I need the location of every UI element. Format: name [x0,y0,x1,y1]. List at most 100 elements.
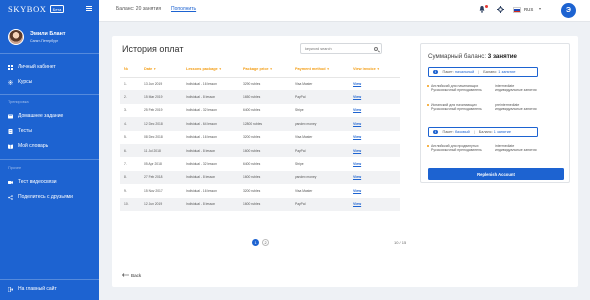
view-invoice-link[interactable]: View [353,189,361,193]
sidebar-item-share[interactable]: Поделитесь с друзьями [8,194,73,200]
course-teacher: Русскоязычный преподаватель [431,148,482,153]
sidebar-item-cabinet[interactable]: Личный кабинет [8,64,56,70]
cell-method: PayPal [295,143,353,158]
sidebar-item-tests[interactable]: Тесты [8,128,32,134]
cell-view: View [353,157,400,170]
column-header-price[interactable]: Package price ▼ [243,62,295,78]
cell-number: 4. [120,117,144,131]
replenish-account-button[interactable]: Replenish Account [428,168,564,180]
view-invoice-link[interactable]: View [353,149,361,153]
topup-link[interactable]: Пополнить [171,6,196,12]
table-header-row: № Date ▼ Lessons package ▼ Package price… [120,62,400,78]
cell-package: Individual - 16 lesson [186,188,217,193]
table-row: 7. 05 Apr 2018 Individual - 32 lesson 64… [120,157,400,170]
view-invoice-link[interactable]: View [353,135,361,139]
menu-collapse-icon[interactable] [86,6,92,11]
package-separator: | [478,70,480,74]
page-button-1[interactable]: 1 [252,239,259,246]
sort-caret-icon: ▼ [376,67,380,72]
avatar[interactable] [8,29,24,45]
package-name-prefix: Пакет: [442,70,454,74]
cell-price: 3200 rubles [243,135,261,140]
sidebar-divider [0,159,99,160]
package-balance-prefix: Баланс: [478,130,493,134]
cell-price: 1600 rubles [243,143,295,158]
view-invoice-link[interactable]: View [353,95,361,99]
sort-caret-icon: ▼ [326,67,330,72]
cell-package: Individual - 8 lesson [186,197,243,211]
chevron-down-icon[interactable]: ▾ [539,6,541,11]
sidebar-item-dictionary[interactable]: Мой словарь [8,143,48,149]
cell-view: View [353,77,400,90]
search-icon[interactable] [373,46,378,51]
bullet-dot [427,85,429,88]
package-name: начальный [454,70,475,74]
russia-flag-icon[interactable] [513,7,521,13]
payment-history-card: История оплат № Date ▼ Lessons package ▼… [112,36,578,287]
column-header-method[interactable]: Payment method ▼ [295,62,353,78]
view-invoice-link[interactable]: View [353,175,361,179]
language-selector[interactable]: RUS [524,7,533,12]
cell-price: 1650 rubles [243,90,295,104]
bell-icon[interactable] [479,6,485,15]
search-input[interactable] [305,45,373,53]
column-header-label: Payment method [295,67,326,72]
sidebar-item-video-test[interactable]: Тест видеосвязи [8,179,57,185]
sidebar-item-homework[interactable]: Домашнее задание [8,113,63,119]
package-card: i Пакет: начальный | Баланс: 1 занятие [428,67,538,77]
view-invoice-link[interactable]: View [353,122,361,126]
page-title: История оплат [122,44,184,54]
page-count: 10 / 15 [394,240,407,245]
main-site-link[interactable]: На главный сайт [7,286,57,292]
cell-method: Visa Master [295,188,313,193]
table-row: 6. 11 Jul 2018 Individual - 8 lesson 160… [120,143,400,158]
cell-date: 12 Dec 2018 [144,117,186,131]
video-icon [8,180,13,185]
cell-method: yandex money [295,170,353,185]
summary-title: Суммарный баланс: 3 занятие [428,53,517,60]
view-invoice-link[interactable]: View [353,108,361,112]
logo-text: SKYBOX [8,4,47,14]
column-header-label: Date [144,67,153,72]
sidebar-item-courses[interactable]: Курсы [8,79,32,85]
sidebar-item-label: Тест видеосвязи [18,179,57,185]
search-box[interactable] [300,43,382,54]
view-invoice-link[interactable]: View [353,202,361,206]
beta-badge: Бета [49,5,65,13]
table-row: 1. 13 Jun 2019 Individual - 16 lesson 32… [120,77,400,90]
cell-price: 3290 rubles [243,81,261,86]
course-item: Английский для начинающих Русскоязычный … [427,84,536,93]
tests-icon [8,128,13,134]
sort-caret-icon: ▼ [153,67,157,72]
cell-price: 1600 rubles [243,170,295,185]
table-row: 3. 25 Feb 2019 Individual - 32 lesson 64… [120,104,400,117]
cell-view: View [353,117,400,131]
cell-view: View [353,184,400,197]
column-header-label: View invoice [353,67,376,72]
cell-date: 15 Nov 2017 [144,188,163,193]
sidebar-item-label: Личный кабинет [18,64,56,70]
cell-package: Individual - 8 lesson [186,170,243,185]
back-link[interactable]: Back [122,273,141,278]
balance-text: Баланс: 20 занятия [116,6,162,12]
user-menu-avatar[interactable]: Э [561,3,576,18]
page-button-2[interactable]: 2 [262,239,269,246]
cell-package: Individual - 16 lesson [186,135,217,140]
top-bar: Баланс: 20 занятия Пополнить RUS ▾ Э [99,0,590,22]
gear-icon[interactable] [497,6,504,15]
cell-date: 05 Apr 2018 [144,162,162,167]
cell-view: View [353,197,400,211]
view-invoice-link[interactable]: View [353,162,361,166]
cell-number: 9. [124,188,127,193]
column-header-package[interactable]: Lessons package ▼ [186,62,243,78]
course-item: Испанский для начинающих Русскоязычный п… [427,103,536,112]
user-name: Эмили Блант [30,31,66,37]
info-icon: i [433,69,438,75]
column-header-invoice[interactable]: View invoice ▼ [353,62,400,78]
column-header-date[interactable]: Date ▼ [144,62,186,78]
cell-method: Visa Master [295,81,313,86]
sidebar: SKYBOX Бета Эмили Блант Санкт-Петербург … [0,0,99,300]
logo[interactable]: SKYBOX Бета [8,4,65,14]
cell-method: yandex money [295,117,353,131]
view-invoice-link[interactable]: View [353,82,361,86]
